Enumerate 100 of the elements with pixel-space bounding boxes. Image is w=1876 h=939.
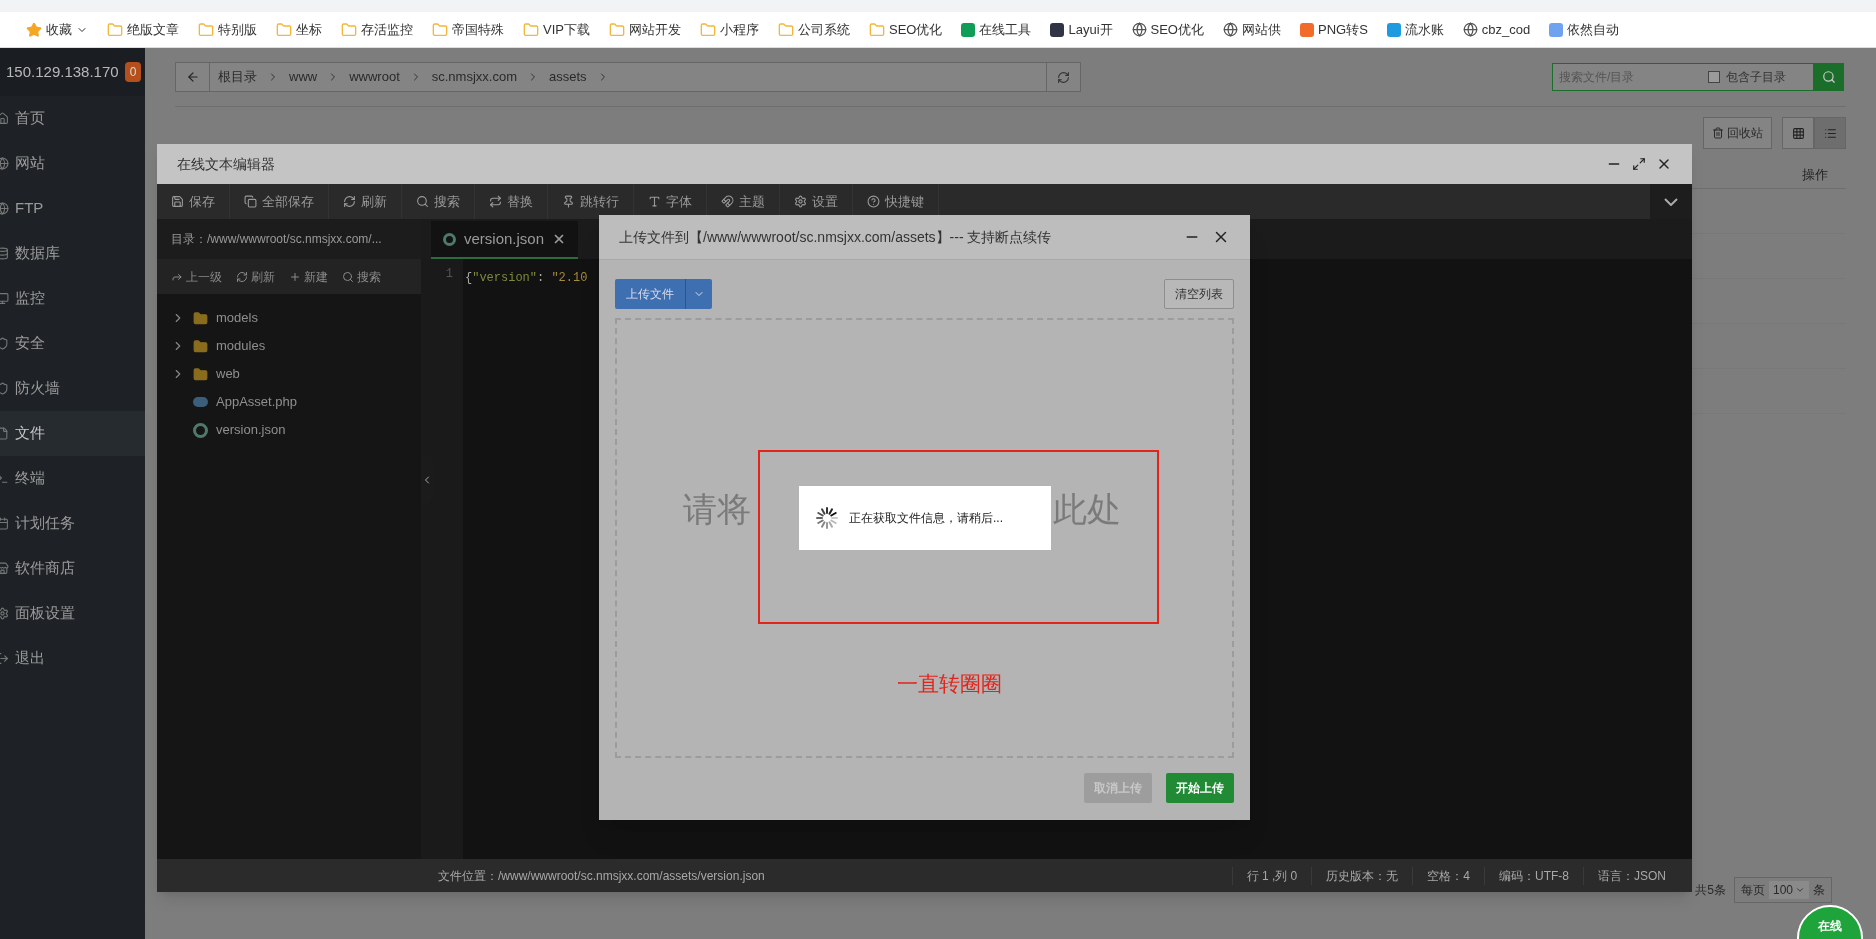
recycle-bin-button[interactable]: 回收站 (1703, 117, 1772, 149)
plus-icon (289, 270, 301, 283)
editor-tab[interactable]: version.json (431, 221, 579, 259)
list-icon (1823, 126, 1837, 140)
status-item: 历史版本：无 (1311, 866, 1413, 885)
tree-action-button[interactable]: 上一级 (171, 267, 222, 286)
bookmark-link[interactable]: 流水账 (1404, 19, 1444, 40)
globe-icon (1462, 22, 1478, 37)
grid-view-button[interactable] (1782, 117, 1814, 149)
bookmark-link[interactable]: 小程序 (719, 19, 759, 40)
count-badge: 0 (124, 62, 142, 82)
bookmark-link[interactable]: SEO优化 (888, 19, 943, 40)
refresh-icon (1057, 70, 1070, 84)
bookmark-link[interactable]: 特别版 (218, 19, 257, 40)
folder-icon (699, 21, 716, 38)
text-icon (648, 195, 661, 208)
breadcrumb-link[interactable]: sc.nmsjxx.com (431, 67, 517, 87)
sidebar-item[interactable]: 计划任务 (0, 501, 145, 546)
bookmark-link[interactable]: 帝国特殊 (452, 19, 504, 40)
refresh-icon (236, 270, 248, 283)
breadcrumb-link[interactable]: wwwroot (349, 67, 400, 87)
status-item: 语言：JSON (1583, 866, 1680, 885)
folder-icon (276, 21, 292, 38)
status-item: 行 1 ,列 0 (1231, 866, 1312, 885)
status-item: 空格：4 (1412, 866, 1484, 885)
bookmark-link[interactable]: 公司系统 (797, 19, 850, 40)
sidebar-item[interactable]: 数据库 (0, 231, 145, 276)
upload-file-button[interactable]: 上传文件 (615, 279, 686, 309)
arrow-left-icon (185, 70, 200, 84)
collapse-toolbar-button[interactable] (1650, 184, 1692, 219)
sidebar-item[interactable]: 网站 (0, 141, 145, 186)
bookmark-link[interactable]: cbz_cod (1481, 19, 1531, 40)
folder-icon (523, 21, 539, 38)
sidebar-item[interactable]: 文件 (0, 411, 145, 456)
maximize-icon[interactable] (1632, 157, 1646, 171)
magnet-icon (721, 195, 734, 208)
bookmark-link[interactable]: PNG转S (1318, 19, 1368, 40)
tree-item[interactable]: AppAsset.php (157, 388, 421, 416)
gear-icon (794, 195, 807, 208)
bookmark-link[interactable]: 网站开发 (628, 19, 681, 40)
copy-icon (244, 195, 257, 208)
sidebar-item[interactable]: 退出 (0, 636, 145, 681)
breadcrumb-link[interactable]: 根目录 (218, 67, 257, 87)
search-icon (342, 270, 354, 283)
chat-badge[interactable]: 在线 (1797, 905, 1863, 939)
bookmark-link[interactable]: 绝版文章 (127, 19, 179, 40)
bookmark-link[interactable]: VIP下载 (543, 19, 590, 40)
bookmark-link[interactable]: 坐标 (296, 19, 322, 40)
tree-item[interactable]: models (157, 304, 421, 332)
tree-item[interactable]: web (157, 360, 421, 388)
sidebar-item[interactable]: 面板设置 (0, 591, 145, 636)
star-icon (26, 21, 42, 38)
help-icon (867, 195, 880, 208)
folder-icon (193, 366, 208, 382)
bookmark-link[interactable]: Layui开 (1068, 19, 1113, 40)
bookmark-link[interactable]: 网站供 (1242, 19, 1281, 40)
folder-icon (193, 338, 208, 354)
tree-action-button[interactable]: 新建 (289, 267, 328, 286)
tree-item[interactable]: modules (157, 332, 421, 360)
sidebar-item[interactable]: 终端 (0, 456, 145, 501)
per-page-select[interactable]: 100 (1768, 881, 1809, 899)
sidebar-item[interactable]: FTP (0, 186, 145, 231)
status-bar: 文件位置：/www/wwwroot/sc.nmsjxx.com/assets/version.json 行 1 ,列 0 历史版本：无 空格：4 编码：UTF-8 语言：JSON (157, 859, 1692, 892)
loading-toast: 正在获取文件信息，请稍后... (799, 486, 1051, 550)
total-count: 共5条 (1695, 882, 1726, 899)
sidebar-item[interactable]: 监控 (0, 276, 145, 321)
tree-item[interactable]: version.json (157, 416, 421, 444)
json-icon (443, 232, 456, 246)
window-title: 在线文本编辑器 (177, 154, 275, 174)
swap-icon (489, 195, 502, 208)
sidebar-item[interactable]: 软件商店 (0, 546, 145, 591)
sidebar-item[interactable]: 安全 (0, 321, 145, 366)
bookmark-link[interactable]: SEO优化 (1150, 19, 1204, 40)
bookmark-link[interactable]: 在线工具 (979, 19, 1032, 40)
folder-icon (608, 21, 625, 38)
elephant-icon (193, 397, 208, 407)
tree-action-button[interactable]: 搜索 (342, 267, 381, 286)
bookmark-link[interactable]: 依然自动 (1567, 19, 1620, 40)
breadcrumb-link[interactable]: www (289, 67, 318, 87)
sidebar-item[interactable]: 首页 (0, 96, 145, 141)
folder-icon (777, 21, 794, 38)
globe-icon (1223, 22, 1238, 37)
folder-icon (107, 21, 123, 38)
start-upload-button[interactable]: 开始上传 (1166, 773, 1234, 803)
list-view-button[interactable] (1814, 117, 1846, 149)
per-page-label: 每页 (1740, 882, 1765, 899)
folder-icon (432, 21, 448, 38)
folder-icon (193, 310, 208, 326)
search-button[interactable] (1814, 63, 1844, 91)
server-ip: 150.129.138.170 (6, 61, 119, 82)
column-header: 操作 (1802, 165, 1828, 184)
sidebar-item[interactable]: 防火墙 (0, 366, 145, 411)
save-icon (171, 195, 184, 208)
drop-zone[interactable]: 请将 正在获取文件信息，请稍后... 此处 一直转圈圈 (615, 318, 1234, 758)
breadcrumb-link[interactable]: assets (549, 67, 587, 87)
caret-icon (1795, 885, 1805, 895)
tree-action-button[interactable]: 刷新 (236, 267, 275, 286)
clear-list-button[interactable]: 清空列表 (1164, 279, 1234, 309)
bookmark-link[interactable]: 存活监控 (361, 19, 413, 40)
bookmark-link[interactable]: 收藏 (46, 19, 72, 40)
